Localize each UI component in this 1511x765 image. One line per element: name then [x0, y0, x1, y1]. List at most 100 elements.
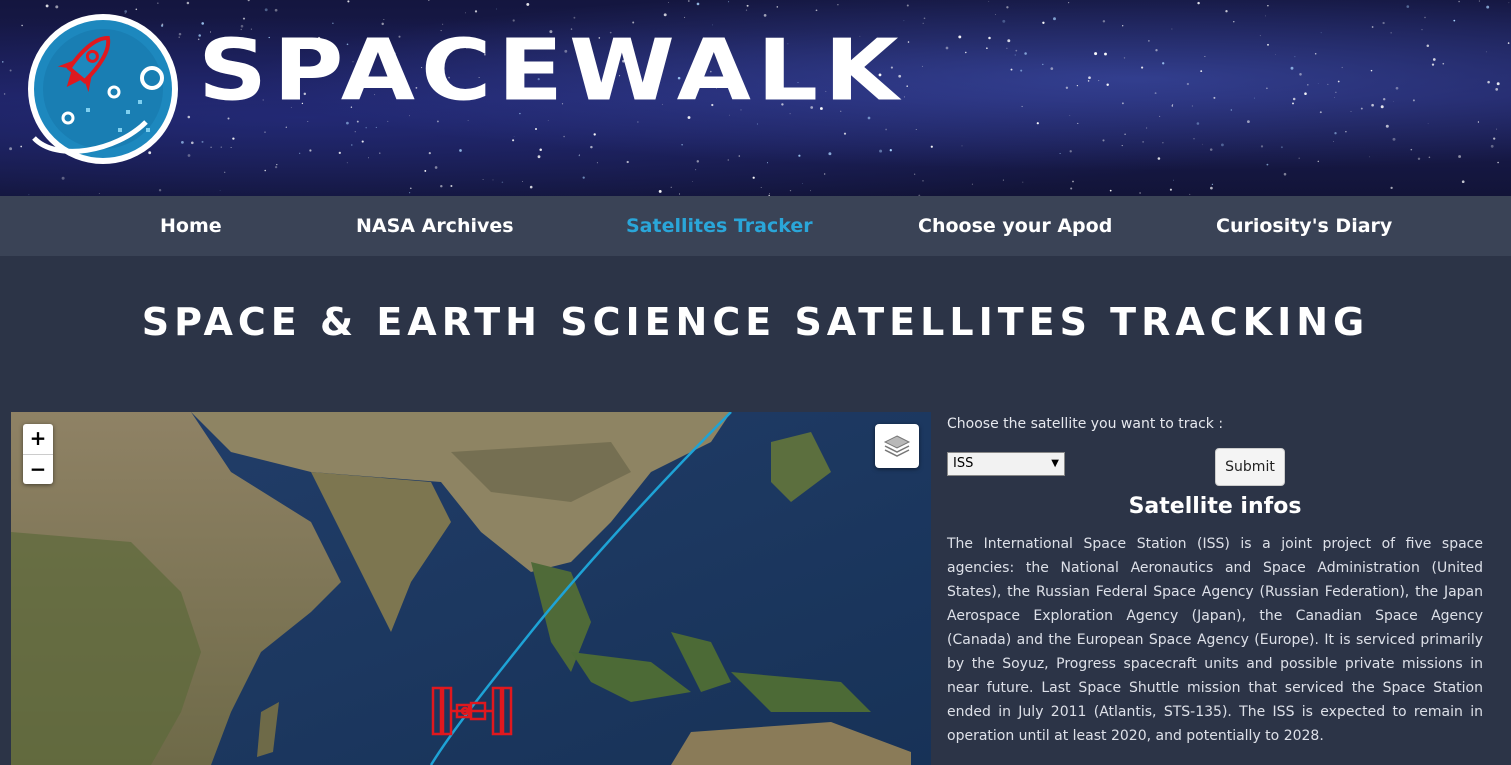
star [1121, 145, 1123, 147]
star [1432, 58, 1436, 61]
star [986, 47, 988, 50]
zoom-out-button[interactable]: − [23, 454, 53, 484]
zoom-in-button[interactable]: + [23, 424, 53, 454]
star [274, 8, 278, 12]
star [3, 93, 6, 95]
star [769, 193, 771, 194]
star [906, 85, 908, 87]
nav-item-nasa-archives[interactable]: NASA Archives [356, 196, 514, 256]
star [264, 169, 266, 172]
star [1392, 137, 1396, 141]
star [346, 162, 348, 164]
star [760, 187, 762, 188]
star [1421, 28, 1423, 31]
layers-button[interactable] [875, 424, 919, 468]
star [1162, 62, 1165, 65]
star [1053, 17, 1056, 21]
star [242, 17, 246, 20]
star [1317, 82, 1319, 84]
star [596, 162, 598, 164]
star [802, 183, 803, 184]
star [1221, 143, 1224, 147]
satellite-select[interactable]: ISS ▼ [947, 452, 1065, 476]
star [9, 69, 12, 72]
star [1191, 105, 1193, 107]
star [828, 152, 832, 156]
star [1417, 157, 1421, 161]
star [21, 24, 23, 27]
star [1385, 124, 1389, 128]
nav-item-curiositys-diary[interactable]: Curiosity's Diary [1216, 196, 1392, 256]
star [1104, 52, 1107, 56]
star [501, 181, 504, 183]
star [1102, 20, 1106, 23]
star [1098, 80, 1100, 82]
star [522, 181, 523, 182]
star [590, 145, 593, 149]
star [681, 144, 683, 146]
star [1122, 25, 1124, 27]
star [482, 178, 484, 181]
star [1493, 137, 1496, 140]
star [837, 4, 839, 6]
page-title: Space & Earth Science Satellites Trackin… [141, 300, 1370, 344]
star [961, 145, 963, 147]
star [756, 123, 758, 125]
star [1461, 180, 1465, 184]
star [1006, 47, 1008, 49]
star [696, 160, 700, 163]
star [1390, 186, 1393, 190]
star [338, 151, 341, 155]
star [1485, 51, 1487, 53]
nav-item-choose-your-apod[interactable]: Choose your Apod [918, 196, 1112, 256]
iss-icon[interactable] [431, 686, 513, 736]
star [1087, 80, 1090, 82]
star [1260, 145, 1264, 148]
star [988, 1, 990, 2]
star [593, 133, 596, 136]
star [1204, 56, 1206, 57]
star [692, 181, 694, 183]
star [1334, 132, 1337, 135]
star [687, 0, 690, 2]
star [1139, 192, 1142, 194]
star [637, 121, 639, 123]
star [1141, 66, 1144, 69]
nav-item-satellites-tracker[interactable]: Satellites Tracker [626, 196, 813, 256]
spacewalk-logo-icon[interactable] [26, 12, 180, 166]
star [1369, 156, 1370, 158]
star [1159, 115, 1161, 117]
star [513, 136, 515, 137]
star [1442, 62, 1445, 65]
star [274, 165, 278, 169]
star [9, 147, 13, 151]
star [1210, 186, 1213, 190]
star [906, 4, 909, 7]
star [1406, 5, 1410, 8]
star [307, 121, 309, 123]
star [529, 185, 533, 189]
submit-button[interactable]: Submit [1215, 448, 1285, 486]
star [440, 184, 443, 188]
star [1360, 107, 1363, 110]
star [1077, 122, 1079, 124]
star [1094, 52, 1098, 56]
star [776, 6, 779, 8]
satellite-map[interactable]: + − [11, 412, 931, 765]
star [1109, 189, 1112, 192]
star [1146, 127, 1148, 129]
chevron-down-icon: ▼ [1051, 458, 1059, 469]
star [187, 154, 191, 157]
nav-item-home[interactable]: Home [160, 196, 222, 256]
star [1496, 82, 1500, 86]
star [945, 46, 949, 50]
star [922, 180, 924, 182]
star [375, 126, 377, 128]
star [1290, 66, 1294, 70]
star [1320, 32, 1322, 34]
star [474, 10, 478, 13]
star [1371, 103, 1374, 107]
brand-wordmark[interactable]: SPACEWALK [198, 28, 904, 112]
star [20, 145, 23, 148]
star [1171, 105, 1174, 107]
